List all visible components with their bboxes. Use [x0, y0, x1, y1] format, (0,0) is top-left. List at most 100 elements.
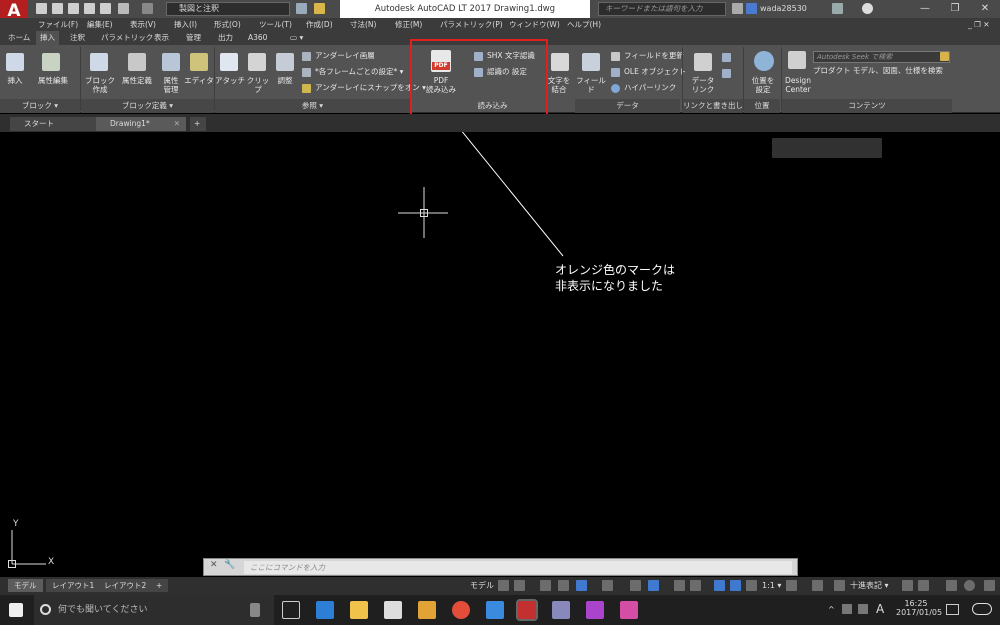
action-center-icon[interactable]	[946, 604, 959, 615]
selection-cycling-icon[interactable]	[690, 580, 701, 591]
design-center-icon[interactable]	[788, 51, 806, 69]
tab-annotate[interactable]: 注釈	[66, 31, 89, 45]
tab-insert[interactable]: 挿入	[36, 31, 59, 45]
minimize-button[interactable]: —	[910, 0, 940, 18]
autodesk-seek-input[interactable]: Autodesk Seek で検索	[813, 51, 950, 63]
annotation-scale-dropdown[interactable]: 1:1 ▾	[762, 577, 781, 595]
workspace-dropdown[interactable]: 製図と注釈	[166, 2, 290, 16]
user-name[interactable]: wada28530	[760, 2, 807, 16]
menu-parametric[interactable]: パラメトリック(P)	[440, 18, 503, 31]
binoculars-icon[interactable]	[732, 3, 743, 14]
tray-chevron-icon[interactable]: ^	[828, 605, 835, 614]
workspace-gear-icon[interactable]	[786, 580, 797, 591]
media-player-icon[interactable]	[418, 601, 436, 619]
autocad-taskbar-icon[interactable]	[516, 599, 538, 621]
save-icon[interactable]	[68, 3, 79, 14]
network-icon[interactable]	[842, 604, 852, 614]
snap-mode-icon[interactable]	[514, 580, 525, 591]
onedrive-icon[interactable]	[972, 603, 992, 615]
menu-insert[interactable]: 挿入(I)	[174, 18, 197, 31]
data-link-icon[interactable]	[694, 53, 712, 71]
command-input[interactable]: ここにコマンドを入力	[244, 561, 792, 574]
share-icon[interactable]	[296, 3, 307, 14]
customization-menu-icon[interactable]	[984, 580, 995, 591]
block-editor-label[interactable]: エディタ	[184, 76, 214, 85]
doc-window-controls[interactable]: _ ❐ ✕	[968, 18, 990, 31]
update-fields-button[interactable]: フィールドを更新	[624, 51, 684, 61]
clip-label[interactable]: クリップ	[244, 76, 272, 94]
taskbar-search[interactable]: 何でも聞いてください	[34, 595, 274, 625]
ime-indicator[interactable]: A	[876, 602, 884, 616]
print-icon[interactable]	[100, 3, 111, 14]
object-snap-tracking-icon[interactable]	[602, 580, 613, 591]
annotation-scale-icon[interactable]	[746, 580, 757, 591]
seek-search-icon[interactable]	[940, 52, 949, 61]
file-explorer-icon[interactable]	[350, 601, 368, 619]
isodraft-icon[interactable]	[576, 580, 587, 591]
panel-label-reference[interactable]: 参照 ▾	[215, 99, 410, 113]
new-tab-button[interactable]: +	[190, 117, 206, 131]
tab-output[interactable]: 出力	[214, 31, 237, 45]
field-icon[interactable]	[582, 53, 600, 71]
globe-icon[interactable]	[754, 51, 774, 71]
hardware-acceleration-icon[interactable]	[918, 580, 929, 591]
drawing-tab[interactable]: Drawing1* ✕	[96, 117, 186, 131]
internet-explorer-icon[interactable]	[486, 601, 504, 619]
model-tab[interactable]: モデル	[8, 579, 43, 592]
menu-format[interactable]: 形式(O)	[214, 18, 241, 31]
hdb-icon[interactable]	[620, 601, 638, 619]
isolate-objects-icon[interactable]	[946, 580, 957, 591]
grid-icon[interactable]	[498, 580, 509, 591]
start-tab[interactable]: スタート	[10, 117, 102, 131]
design-center-label[interactable]: Design Center	[780, 76, 816, 94]
hyperlink-button[interactable]: ハイパーリンク	[624, 83, 676, 93]
undo-icon[interactable]	[118, 3, 129, 14]
field-label[interactable]: フィールド	[574, 76, 608, 94]
panel-label-block-definition[interactable]: ブロック定義 ▾	[81, 99, 214, 113]
app-icon[interactable]	[586, 601, 604, 619]
transparency-icon[interactable]	[674, 580, 685, 591]
tab-a360[interactable]: A360	[244, 31, 271, 45]
frame-setting-dropdown[interactable]: *各フレームごとの設定* ▾	[315, 67, 403, 77]
panel-label-block[interactable]: ブロック ▾	[0, 99, 80, 113]
insert-label[interactable]: 挿入	[0, 76, 30, 85]
maximize-button[interactable]: ❐	[940, 0, 970, 18]
microphone-icon[interactable]	[250, 603, 260, 617]
quick-properties-icon[interactable]	[902, 580, 913, 591]
annotation-monitor-icon[interactable]	[812, 580, 823, 591]
menu-draw[interactable]: 作成(D)	[306, 18, 333, 31]
wrench-icon[interactable]: 🔧	[224, 560, 235, 570]
layout2-tab[interactable]: レイアウト2	[98, 579, 153, 592]
close-button[interactable]: ✕	[970, 0, 1000, 18]
panel-label-link-extract[interactable]: リンクと書き出し	[683, 99, 743, 113]
menu-dimension[interactable]: 寸法(N)	[350, 18, 376, 31]
menu-tools[interactable]: ツール(T)	[259, 18, 292, 31]
open-icon[interactable]	[52, 3, 63, 14]
set-location-label[interactable]: 位置を 設定	[745, 76, 781, 94]
manage-attributes-icon[interactable]	[162, 53, 180, 71]
store-icon[interactable]	[384, 601, 402, 619]
define-attributes-icon[interactable]	[128, 53, 146, 71]
attribute-edit-label[interactable]: 属性編集	[30, 76, 76, 85]
layout1-tab[interactable]: レイアウト1	[46, 579, 101, 592]
attribute-edit-icon[interactable]	[42, 53, 60, 71]
close-tab-icon[interactable]: ✕	[174, 117, 180, 131]
define-attributes-label[interactable]: 属性定義	[118, 76, 156, 85]
save-as-icon[interactable]	[84, 3, 95, 14]
tab-home[interactable]: ホーム	[4, 31, 34, 45]
add-layout-button[interactable]: +	[150, 579, 169, 592]
ole-object-button[interactable]: OLE オブジェクト	[624, 67, 686, 77]
create-block-icon[interactable]	[90, 53, 108, 71]
chrome-icon[interactable]	[452, 601, 470, 619]
attach-icon[interactable]	[220, 53, 238, 71]
object-snap-icon[interactable]	[630, 580, 641, 591]
link-small-icon-1[interactable]	[722, 53, 731, 62]
menu-file[interactable]: ファイル(F)	[38, 18, 78, 31]
menu-edit[interactable]: 編集(E)	[87, 18, 113, 31]
clean-screen-icon[interactable]	[964, 580, 975, 591]
windows-start-icon[interactable]	[9, 603, 23, 617]
menu-help[interactable]: ヘルプ(H)	[567, 18, 601, 31]
layer-icon[interactable]	[314, 3, 325, 14]
tab-manage[interactable]: 管理	[182, 31, 205, 45]
insert-block-icon[interactable]	[6, 53, 24, 71]
